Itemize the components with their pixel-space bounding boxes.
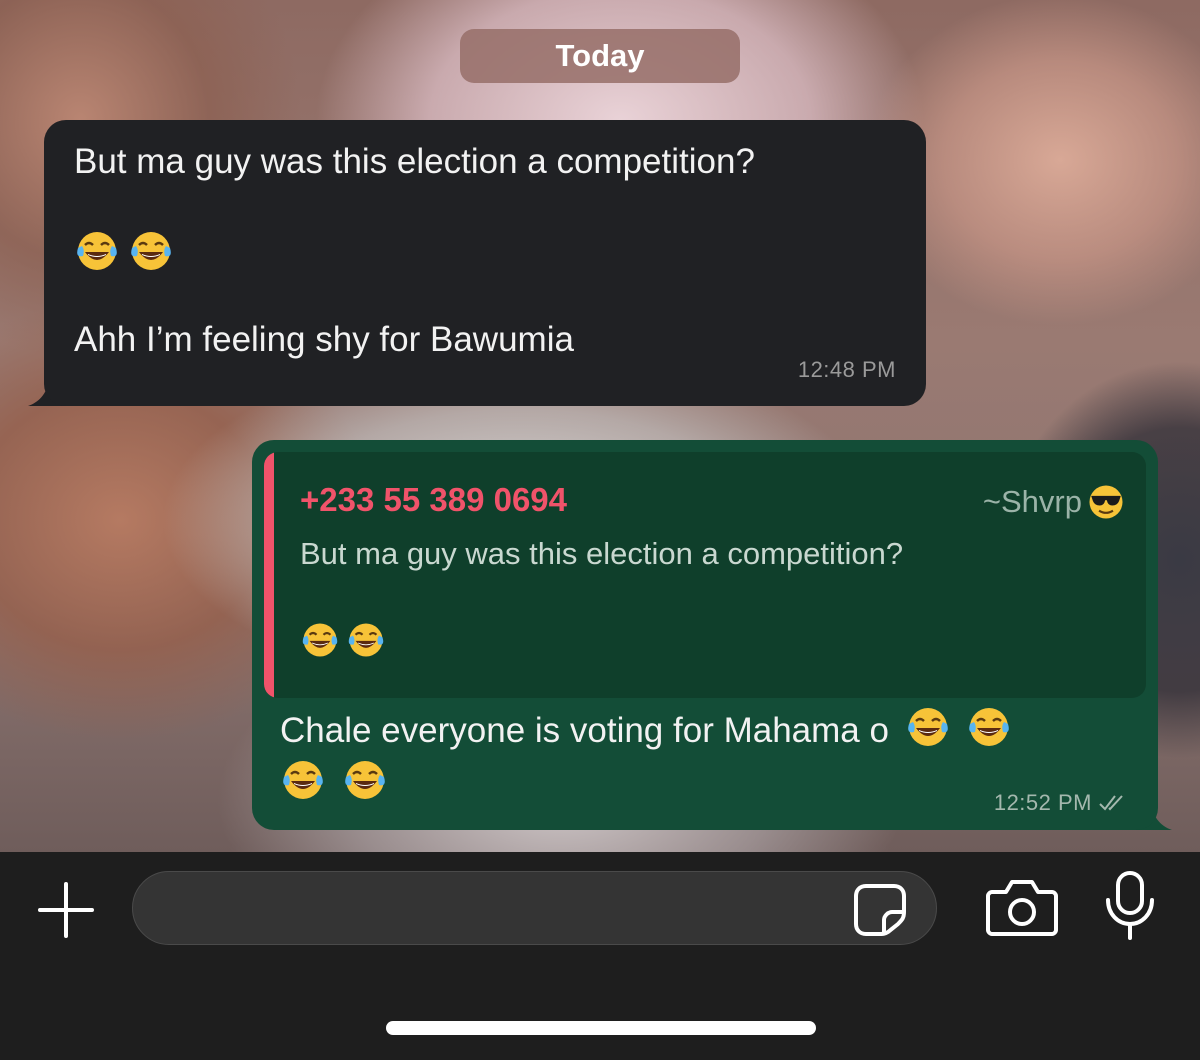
message-text: Chale everyone is voting for Mahama o: [280, 711, 889, 750]
quoted-text: But ma guy was this election a competiti…: [300, 536, 904, 571]
tears-of-joy-emoji-icon: [905, 704, 951, 750]
message-input[interactable]: [157, 872, 851, 946]
message-meta: 12:52 PM: [994, 790, 1128, 816]
outgoing-message-bubble[interactable]: +233 55 389 0694 ~Shvrp But ma guy was t…: [252, 440, 1158, 830]
quoted-reply[interactable]: +233 55 389 0694 ~Shvrp But ma guy was t…: [264, 452, 1146, 698]
message-timestamp: 12:48 PM: [797, 357, 896, 382]
message-text: Ahh I’m feeling shy for Bawumia: [74, 320, 574, 359]
sunglasses-emoji-icon: [1086, 482, 1126, 522]
quoted-emoji-row: [300, 620, 1122, 660]
tears-of-joy-emoji-icon: [342, 757, 388, 803]
message-timestamp: 12:52 PM: [993, 790, 1092, 815]
microphone-icon[interactable]: [1104, 870, 1156, 942]
quoted-sender-alias: ~Shvrp: [983, 482, 1126, 522]
tears-of-joy-emoji-icon: [280, 757, 326, 803]
camera-icon[interactable]: [986, 876, 1058, 938]
home-indicator[interactable]: [386, 1021, 816, 1035]
tears-of-joy-emoji-icon: [74, 228, 120, 274]
double-check-icon: [1099, 795, 1123, 811]
tears-of-joy-emoji-icon: [966, 704, 1012, 750]
sticker-icon[interactable]: [852, 882, 908, 936]
plus-icon[interactable]: [36, 880, 96, 940]
message-input-container[interactable]: [132, 871, 937, 946]
tears-of-joy-emoji-icon: [346, 620, 386, 660]
alias-text: ~Shvrp: [982, 484, 1082, 519]
tears-of-joy-emoji-icon: [300, 620, 340, 660]
message-text: But ma guy was this election a competiti…: [74, 142, 755, 181]
quote-accent-bar: [264, 452, 274, 698]
tears-of-joy-emoji-icon: [128, 228, 174, 274]
date-separator: Today: [460, 29, 740, 83]
incoming-message-bubble[interactable]: But ma guy was this election a competiti…: [44, 120, 926, 406]
emoji-row: [74, 228, 896, 274]
